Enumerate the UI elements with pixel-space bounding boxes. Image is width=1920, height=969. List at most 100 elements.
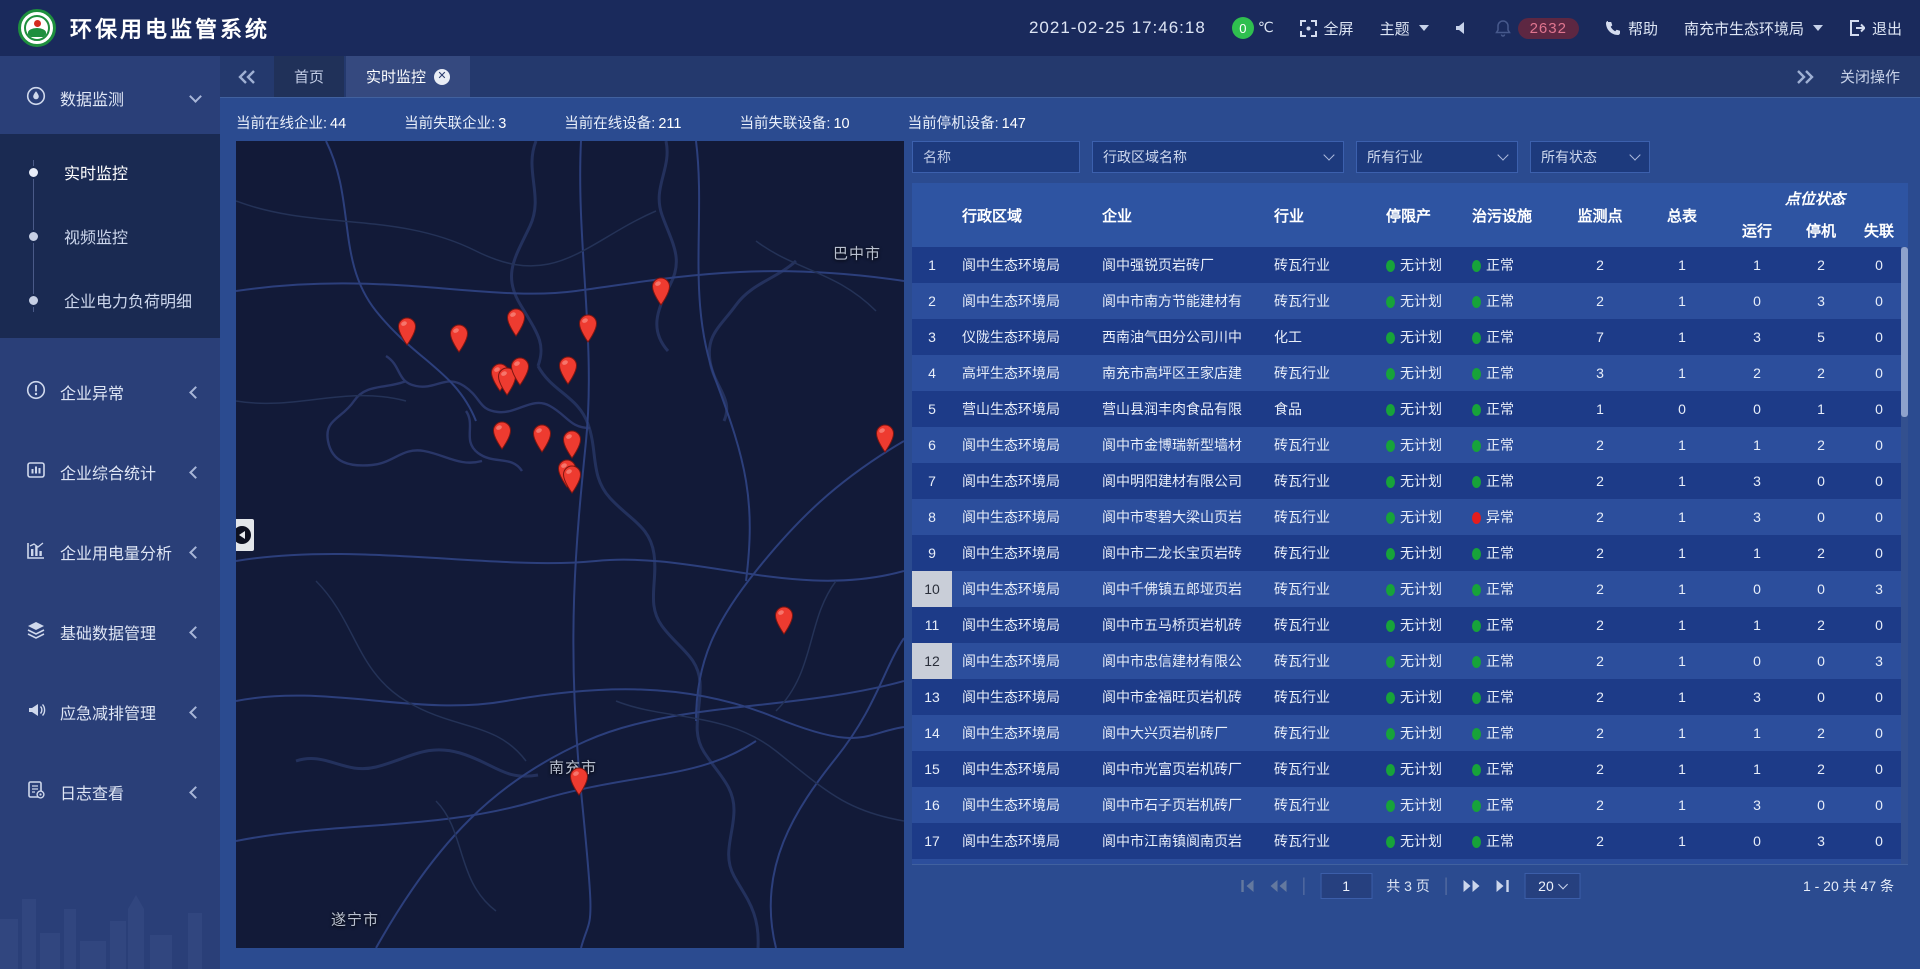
table-row[interactable]: 1阆中生态环境局阆中强锐页岩砖厂砖瓦行业无计划正常21120 bbox=[912, 247, 1908, 283]
cell-running: 0 bbox=[1722, 571, 1792, 607]
cell-facility: 正常 bbox=[1462, 715, 1558, 751]
table-row[interactable]: 2阆中生态环境局阆中市南方节能建材有砖瓦行业无计划正常21030 bbox=[912, 283, 1908, 319]
col-group-point-status: 点位状态 bbox=[1722, 183, 1908, 213]
table-row[interactable]: 8阆中生态环境局阆中市枣碧大梁山页岩砖瓦行业无计划异常21300 bbox=[912, 499, 1908, 535]
first-page-button[interactable] bbox=[1240, 879, 1256, 893]
theme-label: 主题 bbox=[1380, 18, 1410, 39]
map-marker-icon[interactable] bbox=[568, 766, 590, 801]
sidebar-group-0[interactable]: 数据监测 bbox=[0, 72, 220, 124]
status-dot-green bbox=[1472, 404, 1481, 416]
table-scrollbar[interactable] bbox=[1901, 247, 1908, 864]
fullscreen-button[interactable]: 全屏 bbox=[1300, 18, 1354, 39]
megaphone-icon bbox=[26, 700, 46, 725]
table-row[interactable]: 11阆中生态环境局阆中市五马桥页岩机砖砖瓦行业无计划正常21120 bbox=[912, 607, 1908, 643]
map-marker-icon[interactable] bbox=[491, 420, 513, 455]
table-row[interactable]: 12阆中生态环境局阆中市忠信建材有限公砖瓦行业无计划正常21003 bbox=[912, 643, 1908, 679]
cell-monitor-points: 2 bbox=[1558, 571, 1642, 607]
table-row[interactable]: 3仪陇生态环境局西南油气田分公司川中化工无计划正常71350 bbox=[912, 319, 1908, 355]
help-button[interactable]: 帮助 bbox=[1605, 18, 1658, 39]
table-body-scroll-area[interactable]: 1阆中生态环境局阆中强锐页岩砖厂砖瓦行业无计划正常211202阆中生态环境局阆中… bbox=[912, 247, 1908, 864]
cell-stop-plan: 无计划 bbox=[1376, 643, 1462, 679]
map-marker-icon[interactable] bbox=[773, 605, 795, 640]
map-marker-icon[interactable] bbox=[531, 423, 553, 458]
table-row[interactable]: 13阆中生态环境局阆中市金福旺页岩机砖砖瓦行业无计划正常21300 bbox=[912, 679, 1908, 715]
chevron-down-icon bbox=[1558, 879, 1568, 889]
row-index: 13 bbox=[912, 679, 952, 715]
tabs-scroll-left-button[interactable] bbox=[220, 56, 274, 97]
map-panel[interactable]: 巴中市南充市遂宁市 bbox=[236, 141, 904, 948]
map-marker-icon[interactable] bbox=[509, 356, 531, 391]
map-marker-icon[interactable] bbox=[448, 323, 470, 358]
table-row[interactable]: 10阆中生态环境局阆中千佛镇五郎垭页岩砖瓦行业无计划正常21003 bbox=[912, 571, 1908, 607]
name-search-input[interactable] bbox=[912, 141, 1080, 173]
cell-running: 0 bbox=[1722, 643, 1792, 679]
next-page-button[interactable] bbox=[1462, 879, 1480, 893]
map-collapse-handle[interactable] bbox=[236, 519, 254, 551]
map-marker-icon[interactable] bbox=[557, 355, 579, 390]
bell-icon bbox=[1495, 19, 1511, 37]
status-select[interactable]: 所有状态 bbox=[1530, 141, 1650, 173]
cell-total-meter: 1 bbox=[1642, 283, 1722, 319]
double-chevron-right-icon[interactable] bbox=[1796, 70, 1814, 84]
tab-close-icon[interactable]: ✕ bbox=[434, 69, 450, 85]
status-dot-green bbox=[1386, 440, 1395, 452]
sidebar-group-4[interactable]: 基础数据管理 bbox=[0, 606, 220, 658]
logout-button[interactable]: 退出 bbox=[1849, 18, 1902, 39]
last-page-icon bbox=[1494, 879, 1510, 893]
table-row[interactable]: 15阆中生态环境局阆中市光富页岩机砖厂砖瓦行业无计划正常21120 bbox=[912, 751, 1908, 787]
table-row[interactable]: 14阆中生态环境局阆中大兴页岩机砖厂砖瓦行业无计划正常21120 bbox=[912, 715, 1908, 751]
table-row[interactable]: 6阆中生态环境局阆中市金博瑞新型墙材砖瓦行业无计划正常21120 bbox=[912, 427, 1908, 463]
row-index: 1 bbox=[912, 247, 952, 283]
table-row[interactable]: 9阆中生态环境局阆中市二龙长宝页岩砖砖瓦行业无计划正常21120 bbox=[912, 535, 1908, 571]
close-operations-button[interactable]: 关闭操作 bbox=[1840, 66, 1900, 87]
industry-select[interactable]: 所有行业 bbox=[1356, 141, 1518, 173]
map-marker-icon[interactable] bbox=[874, 423, 896, 458]
map-marker-icon[interactable] bbox=[650, 276, 672, 311]
cell-total-meter: 1 bbox=[1642, 319, 1722, 355]
theme-menu[interactable]: 主题 bbox=[1380, 18, 1429, 39]
prev-page-button[interactable] bbox=[1270, 879, 1288, 893]
sidebar-group-5[interactable]: 应急减排管理 bbox=[0, 686, 220, 738]
sound-toggle[interactable] bbox=[1455, 21, 1469, 35]
page-number-input[interactable] bbox=[1320, 873, 1372, 899]
region-select[interactable]: 行政区域名称 bbox=[1092, 141, 1344, 173]
double-chevron-left-icon bbox=[238, 70, 256, 84]
cell-monitor-points: 2 bbox=[1558, 427, 1642, 463]
status-select-value: 所有状态 bbox=[1541, 147, 1597, 167]
map-marker-icon[interactable] bbox=[505, 307, 527, 342]
sidebar-item-视频监控[interactable]: 视频监控 bbox=[0, 204, 220, 268]
user-menu[interactable]: 南充市生态环境局 bbox=[1684, 18, 1823, 39]
cell-region: 阆中生态环境局 bbox=[952, 463, 1092, 499]
cell-running: 0 bbox=[1722, 391, 1792, 427]
table-row[interactable]: 16阆中生态环境局阆中市石子页岩机砖厂砖瓦行业无计划正常21300 bbox=[912, 787, 1908, 823]
sidebar-group-3[interactable]: 企业用电量分析 bbox=[0, 526, 220, 578]
tab-首页[interactable]: 首页 bbox=[274, 56, 344, 97]
status-dot-green bbox=[1472, 800, 1481, 812]
page-size-select[interactable]: 20 bbox=[1524, 873, 1580, 899]
cell-monitor-points: 2 bbox=[1558, 787, 1642, 823]
notifications[interactable]: 2632 bbox=[1495, 18, 1579, 39]
map-marker-icon[interactable] bbox=[396, 316, 418, 351]
sidebar-item-实时监控[interactable]: 实时监控 bbox=[0, 140, 220, 204]
chevron-down-icon bbox=[1813, 25, 1823, 31]
sidebar-group-1[interactable]: 企业异常 bbox=[0, 366, 220, 418]
table-row[interactable]: 17阆中生态环境局阆中市江南镇阆南页岩砖瓦行业无计划正常21030 bbox=[912, 823, 1908, 859]
cell-stop-plan: 无计划 bbox=[1376, 787, 1462, 823]
table-row[interactable]: 7阆中生态环境局阆中明阳建材有限公司砖瓦行业无计划正常21300 bbox=[912, 463, 1908, 499]
sidebar-nav: 数据监测实时监控视频监控企业电力负荷明细企业异常企业综合统计企业用电量分析基础数… bbox=[0, 56, 220, 969]
cell-facility: 正常 bbox=[1462, 355, 1558, 391]
sidebar-group-2[interactable]: 企业综合统计 bbox=[0, 446, 220, 498]
table-row[interactable]: 4高坪生态环境局南充市高坪区王家店建砖瓦行业无计划正常31220 bbox=[912, 355, 1908, 391]
sidebar-item-企业电力负荷明细[interactable]: 企业电力负荷明细 bbox=[0, 268, 220, 332]
last-page-button[interactable] bbox=[1494, 879, 1510, 893]
stats-icon bbox=[26, 460, 46, 485]
tab-实时监控[interactable]: 实时监控✕ bbox=[346, 56, 470, 97]
fullscreen-icon bbox=[1300, 20, 1317, 37]
stat-value: 44 bbox=[330, 116, 346, 132]
map-marker-icon[interactable] bbox=[577, 313, 599, 348]
cell-company: 阆中市五马桥页岩机砖 bbox=[1092, 607, 1264, 643]
sidebar-group-6[interactable]: 日志查看 bbox=[0, 766, 220, 818]
map-marker-icon[interactable] bbox=[561, 464, 583, 499]
table-row[interactable]: 5营山生态环境局营山县润丰肉食品有限食品无计划正常10010 bbox=[912, 391, 1908, 427]
cell-industry: 食品 bbox=[1264, 391, 1376, 427]
